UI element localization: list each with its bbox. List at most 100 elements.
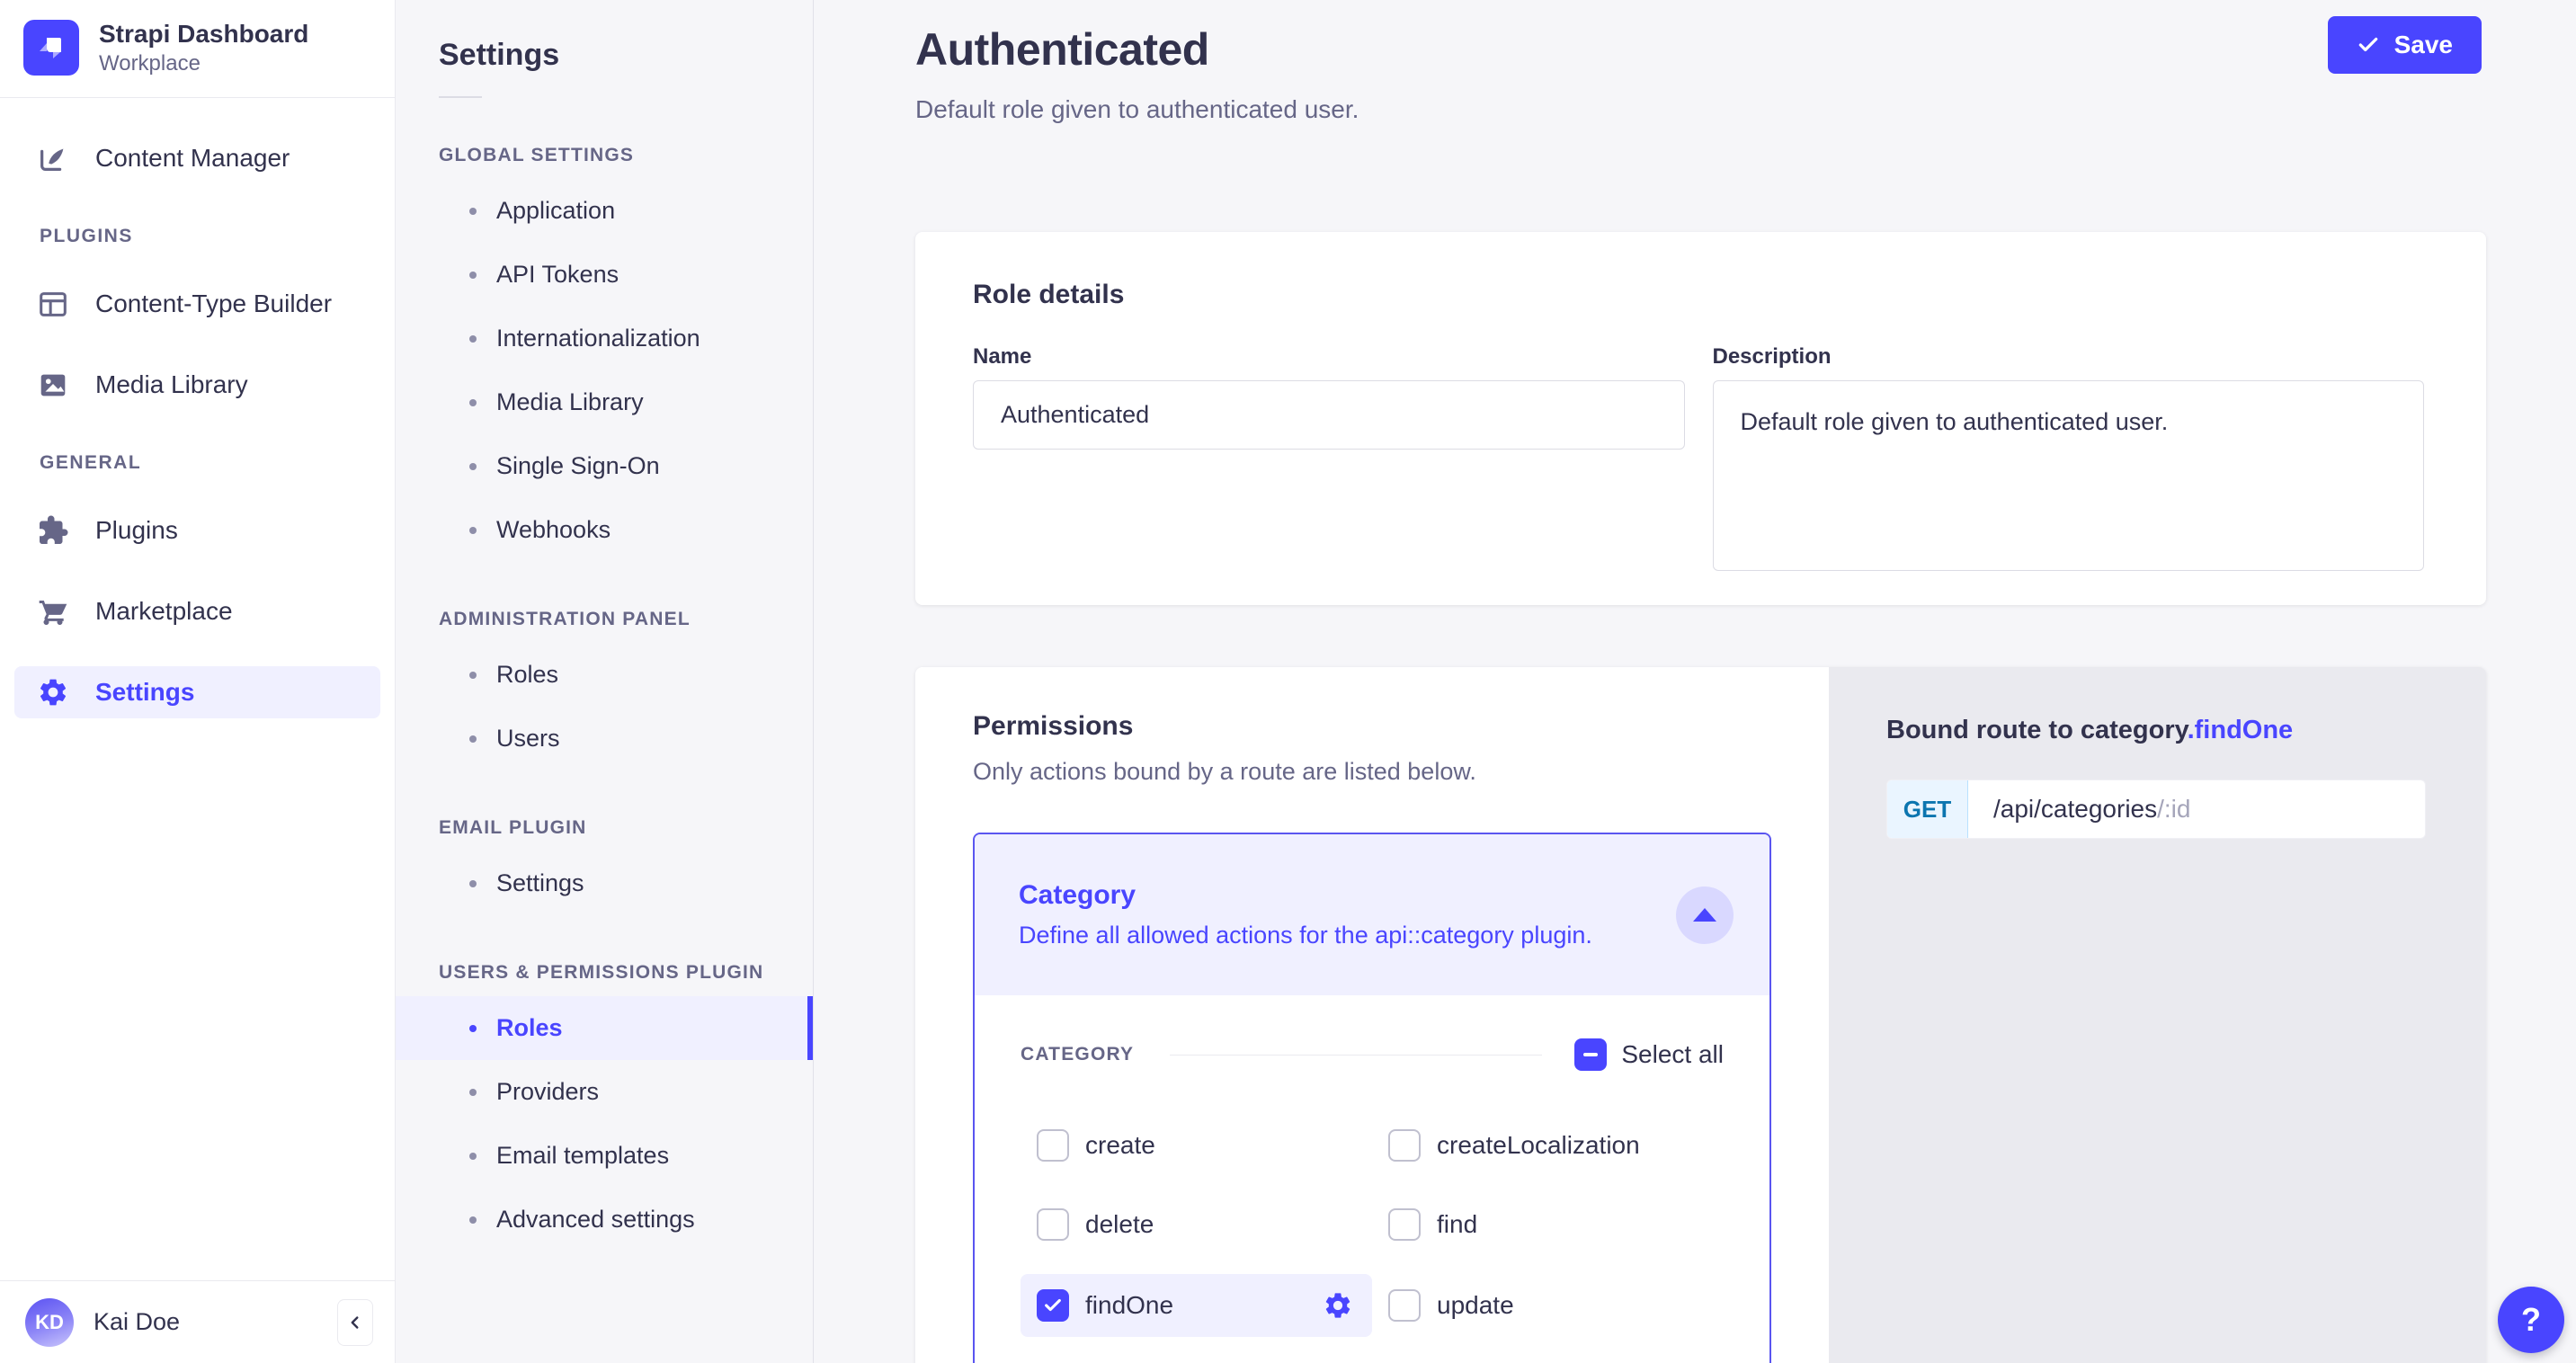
subnav-item-up-providers[interactable]: Providers — [396, 1060, 813, 1124]
user-name: Kai Doe — [94, 1308, 180, 1336]
name-field[interactable] — [973, 380, 1685, 450]
main-content: Authenticated Default role given to auth… — [814, 0, 2576, 1363]
sidebar-footer: KD Kai Doe — [0, 1280, 395, 1363]
route-path: /api/categories/:id — [1968, 780, 2190, 838]
http-method-badge: GET — [1887, 780, 1968, 838]
checkbox-findOne[interactable] — [1037, 1289, 1069, 1322]
bound-route-panel: Bound route to category.findOne GET /api… — [1829, 667, 2486, 1363]
category-accordion-header[interactable]: Category Define all allowed actions for … — [975, 834, 1769, 995]
select-all-control[interactable]: Select all — [1574, 1038, 1724, 1071]
route-param: /:id — [2157, 795, 2190, 824]
subnav-section-label: GLOBAL SETTINGS — [396, 145, 813, 166]
brand-subtitle: Workplace — [99, 49, 308, 77]
bullet-icon — [469, 672, 477, 679]
permission-find[interactable]: find — [1372, 1195, 1724, 1254]
checkbox-createLocalization[interactable] — [1388, 1129, 1421, 1162]
permissions-heading: Permissions — [973, 711, 1771, 742]
main-nav: Content Manager PLUGINS Content-Type Bui… — [0, 98, 395, 718]
subnav-item-webhooks[interactable]: Webhooks — [396, 498, 813, 562]
checkbox-update[interactable] — [1388, 1289, 1421, 1322]
avatar[interactable]: KD — [25, 1298, 74, 1347]
accordion-title: Category — [1019, 880, 1676, 911]
collapse-sidebar-button[interactable] — [337, 1299, 373, 1346]
description-field[interactable]: Default role given to authenticated user… — [1713, 380, 2425, 571]
permissions-section: Permissions Only actions bound by a rout… — [915, 667, 2486, 1363]
group-divider — [1170, 1055, 1542, 1056]
permission-settings-gear-icon[interactable] — [1320, 1287, 1356, 1323]
bullet-icon — [469, 272, 477, 279]
subnav-item-admin-roles[interactable]: Roles — [396, 643, 813, 707]
permissions-card: Permissions Only actions bound by a rout… — [915, 667, 1829, 1363]
sidebar-item-marketplace[interactable]: Marketplace — [14, 585, 380, 637]
sidebar-item-label: Settings — [95, 678, 194, 707]
role-details-card: Role details Name Description Default ro… — [915, 232, 2486, 605]
bound-route-title: Bound route to category.findOne — [1886, 716, 2426, 745]
bullet-icon — [469, 1216, 477, 1224]
checkbox-create[interactable] — [1037, 1129, 1069, 1162]
subnav-item-up-email-templates[interactable]: Email templates — [396, 1124, 813, 1188]
subnav-section-email-plugin: EMAIL PLUGIN Settings — [396, 817, 813, 915]
subnav-item-media-library[interactable]: Media Library — [396, 370, 813, 434]
select-all-checkbox[interactable] — [1574, 1038, 1607, 1071]
check-icon — [1043, 1296, 1063, 1315]
brand[interactable]: Strapi Dashboard Workplace — [0, 0, 395, 97]
subnav-item-single-sign-on[interactable]: Single Sign-On — [396, 434, 813, 498]
subnav-section-users-permissions: USERS & PERMISSIONS PLUGIN Roles Provide… — [396, 962, 813, 1252]
checkbox-find[interactable] — [1388, 1208, 1421, 1241]
description-label: Description — [1713, 344, 2425, 370]
bullet-icon — [469, 399, 477, 406]
sidebar-item-media-library[interactable]: Media Library — [14, 359, 380, 411]
indeterminate-icon — [1583, 1053, 1598, 1056]
subnav-item-api-tokens[interactable]: API Tokens — [396, 243, 813, 307]
content-type-builder-icon — [36, 287, 70, 321]
nav-section-general: GENERAL — [40, 452, 380, 474]
brand-title: Strapi Dashboard — [99, 18, 308, 49]
cart-icon — [36, 594, 70, 628]
permission-delete[interactable]: delete — [1021, 1195, 1372, 1254]
bullet-icon — [469, 1089, 477, 1096]
page-title: Authenticated — [915, 23, 2486, 76]
sidebar-item-content-manager[interactable]: Content Manager — [14, 132, 380, 184]
route-box: GET /api/categories/:id — [1886, 779, 2426, 839]
sidebar-item-label: Content Manager — [95, 144, 290, 173]
help-button[interactable]: ? — [2498, 1287, 2564, 1353]
subnav-item-email-settings[interactable]: Settings — [396, 851, 813, 915]
bullet-icon — [469, 463, 477, 470]
permission-createLocalization[interactable]: createLocalization — [1372, 1116, 1724, 1175]
bound-route-action: .findOne — [2188, 716, 2294, 744]
content-manager-icon — [36, 141, 70, 175]
settings-subnav: Settings GLOBAL SETTINGS Application API… — [396, 0, 814, 1363]
save-button[interactable]: Save — [2328, 16, 2482, 74]
puzzle-icon — [36, 513, 70, 548]
subnav-item-application[interactable]: Application — [396, 179, 813, 243]
gear-icon — [36, 675, 70, 709]
permission-create[interactable]: create — [1021, 1116, 1372, 1175]
subnav-section-label: EMAIL PLUGIN — [396, 817, 813, 839]
subnav-title: Settings — [396, 38, 813, 73]
subnav-item-up-advanced-settings[interactable]: Advanced settings — [396, 1188, 813, 1252]
media-library-icon — [36, 368, 70, 402]
sidebar-item-settings[interactable]: Settings — [14, 666, 380, 718]
page-subtitle: Default role given to authenticated user… — [915, 95, 2486, 124]
accordion-description: Define all allowed actions for the api::… — [1019, 922, 1676, 949]
sidebar-item-label: Content-Type Builder — [95, 290, 332, 318]
category-group-label: CATEGORY — [1021, 1044, 1134, 1065]
sidebar-item-content-type-builder[interactable]: Content-Type Builder — [14, 278, 380, 330]
subnav-item-internationalization[interactable]: Internationalization — [396, 307, 813, 370]
subnav-title-divider — [439, 96, 482, 98]
permission-update[interactable]: update — [1372, 1274, 1724, 1337]
bullet-icon — [469, 735, 477, 743]
permissions-grid: create createLocalization delete fi — [1021, 1116, 1724, 1337]
subnav-item-admin-users[interactable]: Users — [396, 707, 813, 771]
sidebar-item-plugins[interactable]: Plugins — [14, 504, 380, 557]
bullet-icon — [469, 335, 477, 343]
role-details-heading: Role details — [973, 280, 2424, 310]
sidebar-item-label: Media Library — [95, 370, 248, 399]
permission-findOne[interactable]: findOne — [1021, 1274, 1372, 1337]
checkbox-delete[interactable] — [1037, 1208, 1069, 1241]
collapse-accordion-button[interactable] — [1676, 886, 1734, 944]
subnav-section-global-settings: GLOBAL SETTINGS Application API Tokens I… — [396, 145, 813, 562]
subnav-section-label: USERS & PERMISSIONS PLUGIN — [396, 962, 813, 984]
category-accordion: Category Define all allowed actions for … — [973, 833, 1771, 1363]
subnav-item-up-roles[interactable]: Roles — [396, 996, 813, 1060]
